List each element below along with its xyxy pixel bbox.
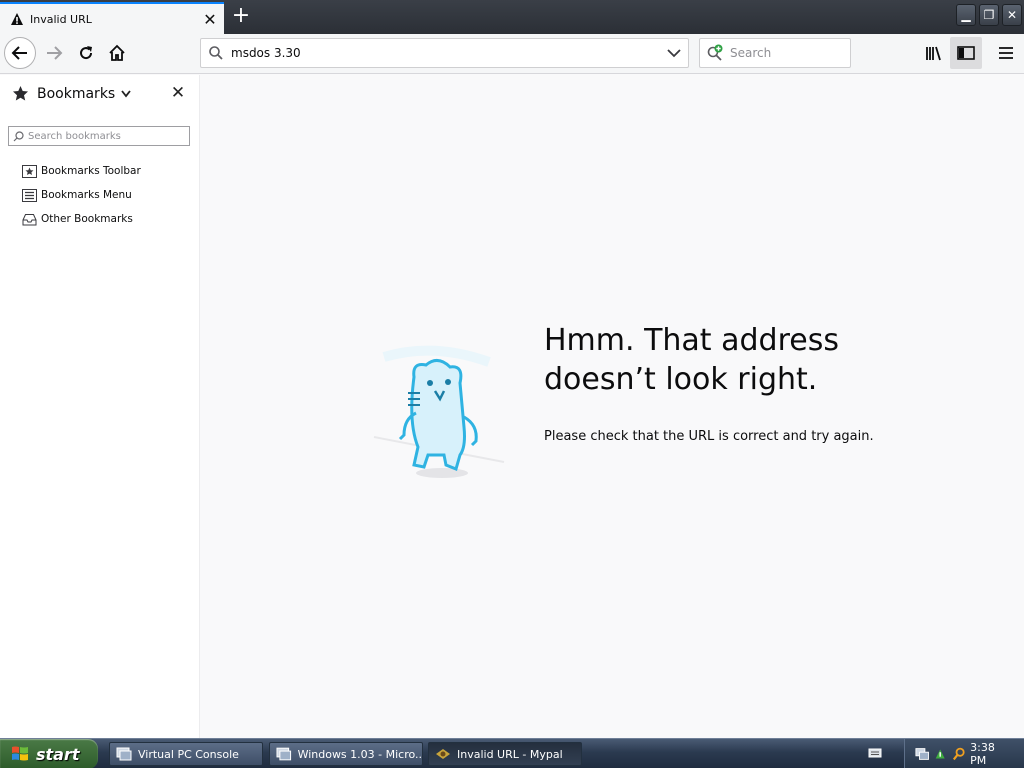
close-window-button[interactable]: ✕ (1002, 4, 1022, 26)
address-bar[interactable]: msdos 3.30 (200, 38, 689, 68)
back-button[interactable] (4, 37, 36, 69)
error-title: Hmm. That address doesn’t look right. (544, 323, 839, 397)
bookmark-folder-toolbar[interactable]: Bookmarks Toolbar (22, 159, 141, 183)
library-icon (926, 46, 941, 61)
taskbar-item-label: Virtual PC Console (138, 747, 239, 761)
star-icon (13, 86, 28, 101)
mypal-icon (436, 749, 450, 759)
forward-button[interactable] (38, 37, 70, 69)
window-controls: ▁ ❐ ✕ (956, 4, 1022, 26)
home-icon (109, 44, 125, 61)
hamburger-icon (999, 47, 1013, 59)
sidebar-icon (957, 46, 975, 60)
bookmarks-toolbar-icon (22, 164, 37, 178)
url-input[interactable]: msdos 3.30 (231, 46, 660, 60)
restore-button[interactable]: ❐ (979, 4, 999, 26)
menu-button[interactable] (990, 37, 1022, 69)
reload-icon (80, 46, 93, 60)
chevron-down-icon (667, 49, 681, 58)
windows-logo-icon (12, 746, 28, 761)
system-tray: 3:38 PM (904, 739, 1024, 768)
error-description: Please check that the URL is correct and… (544, 429, 874, 444)
update-icon[interactable] (933, 746, 947, 762)
virtual-pc-icon (116, 747, 132, 761)
bookmarks-tree: Bookmarks Toolbar Bookmarks Menu Other B… (22, 159, 141, 231)
search-bar[interactable]: Search (699, 38, 851, 68)
tab-invalid-url[interactable]: Invalid URL ✕ (0, 2, 224, 34)
new-tab-button[interactable]: + (226, 2, 256, 32)
taskbar-item-label: Windows 1.03 - Micro... (297, 747, 422, 761)
clock[interactable]: 3:38 PM (970, 741, 1010, 767)
start-label: start (36, 744, 80, 764)
search-icon (13, 130, 24, 141)
network-icon[interactable] (915, 746, 929, 762)
tab-close-button[interactable]: ✕ (196, 5, 224, 33)
home-button[interactable] (101, 37, 133, 69)
reload-button[interactable] (70, 37, 102, 69)
virtual-pc-icon (276, 747, 292, 761)
bookmarks-search-placeholder: Search bookmarks (28, 130, 121, 142)
sidebar-title: Bookmarks (37, 85, 116, 102)
sidebar-header-switcher[interactable]: Bookmarks (12, 85, 131, 102)
bookmarks-search-input[interactable]: Search bookmarks (8, 126, 190, 146)
search-tray-icon[interactable] (952, 746, 966, 762)
tab-title: Invalid URL (30, 12, 92, 26)
bookmarks-sidebar: Bookmarks ✕ Search bookmarks Bookmarks T… (0, 75, 200, 738)
error-illustration-icon (373, 345, 505, 478)
forward-arrow-icon (47, 46, 63, 60)
back-arrow-icon (11, 46, 27, 60)
bookmark-folder-label: Bookmarks Toolbar (41, 165, 141, 177)
library-button[interactable] (918, 37, 950, 69)
taskbar-item-windows-103[interactable]: Windows 1.03 - Micro... (269, 742, 423, 766)
search-icon (201, 45, 231, 61)
sidebar-toggle-button[interactable] (950, 37, 982, 69)
error-page: Hmm. That address doesn’t look right. Pl… (201, 75, 1024, 738)
start-button[interactable]: start (0, 739, 98, 768)
bookmark-folder-label: Bookmarks Menu (41, 189, 132, 201)
taskbar-item-mypal[interactable]: Invalid URL - Mypal (428, 742, 582, 766)
search-engine-icon[interactable] (700, 44, 730, 62)
keyboard-icon[interactable] (868, 747, 882, 759)
search-input[interactable]: Search (730, 46, 771, 60)
chevron-down-icon (121, 89, 131, 97)
other-bookmarks-icon (22, 213, 37, 225)
bookmark-folder-menu[interactable]: Bookmarks Menu (22, 183, 141, 207)
taskbar: start Virtual PC Console Windows 1.03 - … (0, 738, 1024, 768)
bookmark-folder-label: Other Bookmarks (41, 213, 133, 225)
sidebar-close-button[interactable]: ✕ (168, 83, 188, 103)
navigation-toolbar: msdos 3.30 Search (0, 34, 1024, 74)
bookmarks-menu-icon (22, 188, 37, 202)
tab-strip: Invalid URL ✕ + ▁ ❐ ✕ (0, 0, 1024, 34)
taskbar-item-label: Invalid URL - Mypal (457, 747, 563, 761)
warning-icon (11, 13, 23, 25)
minimize-button[interactable]: ▁ (956, 4, 976, 26)
url-dropdown-button[interactable] (660, 48, 688, 58)
bookmark-folder-other[interactable]: Other Bookmarks (22, 207, 141, 231)
taskbar-item-virtual-pc[interactable]: Virtual PC Console (109, 742, 263, 766)
